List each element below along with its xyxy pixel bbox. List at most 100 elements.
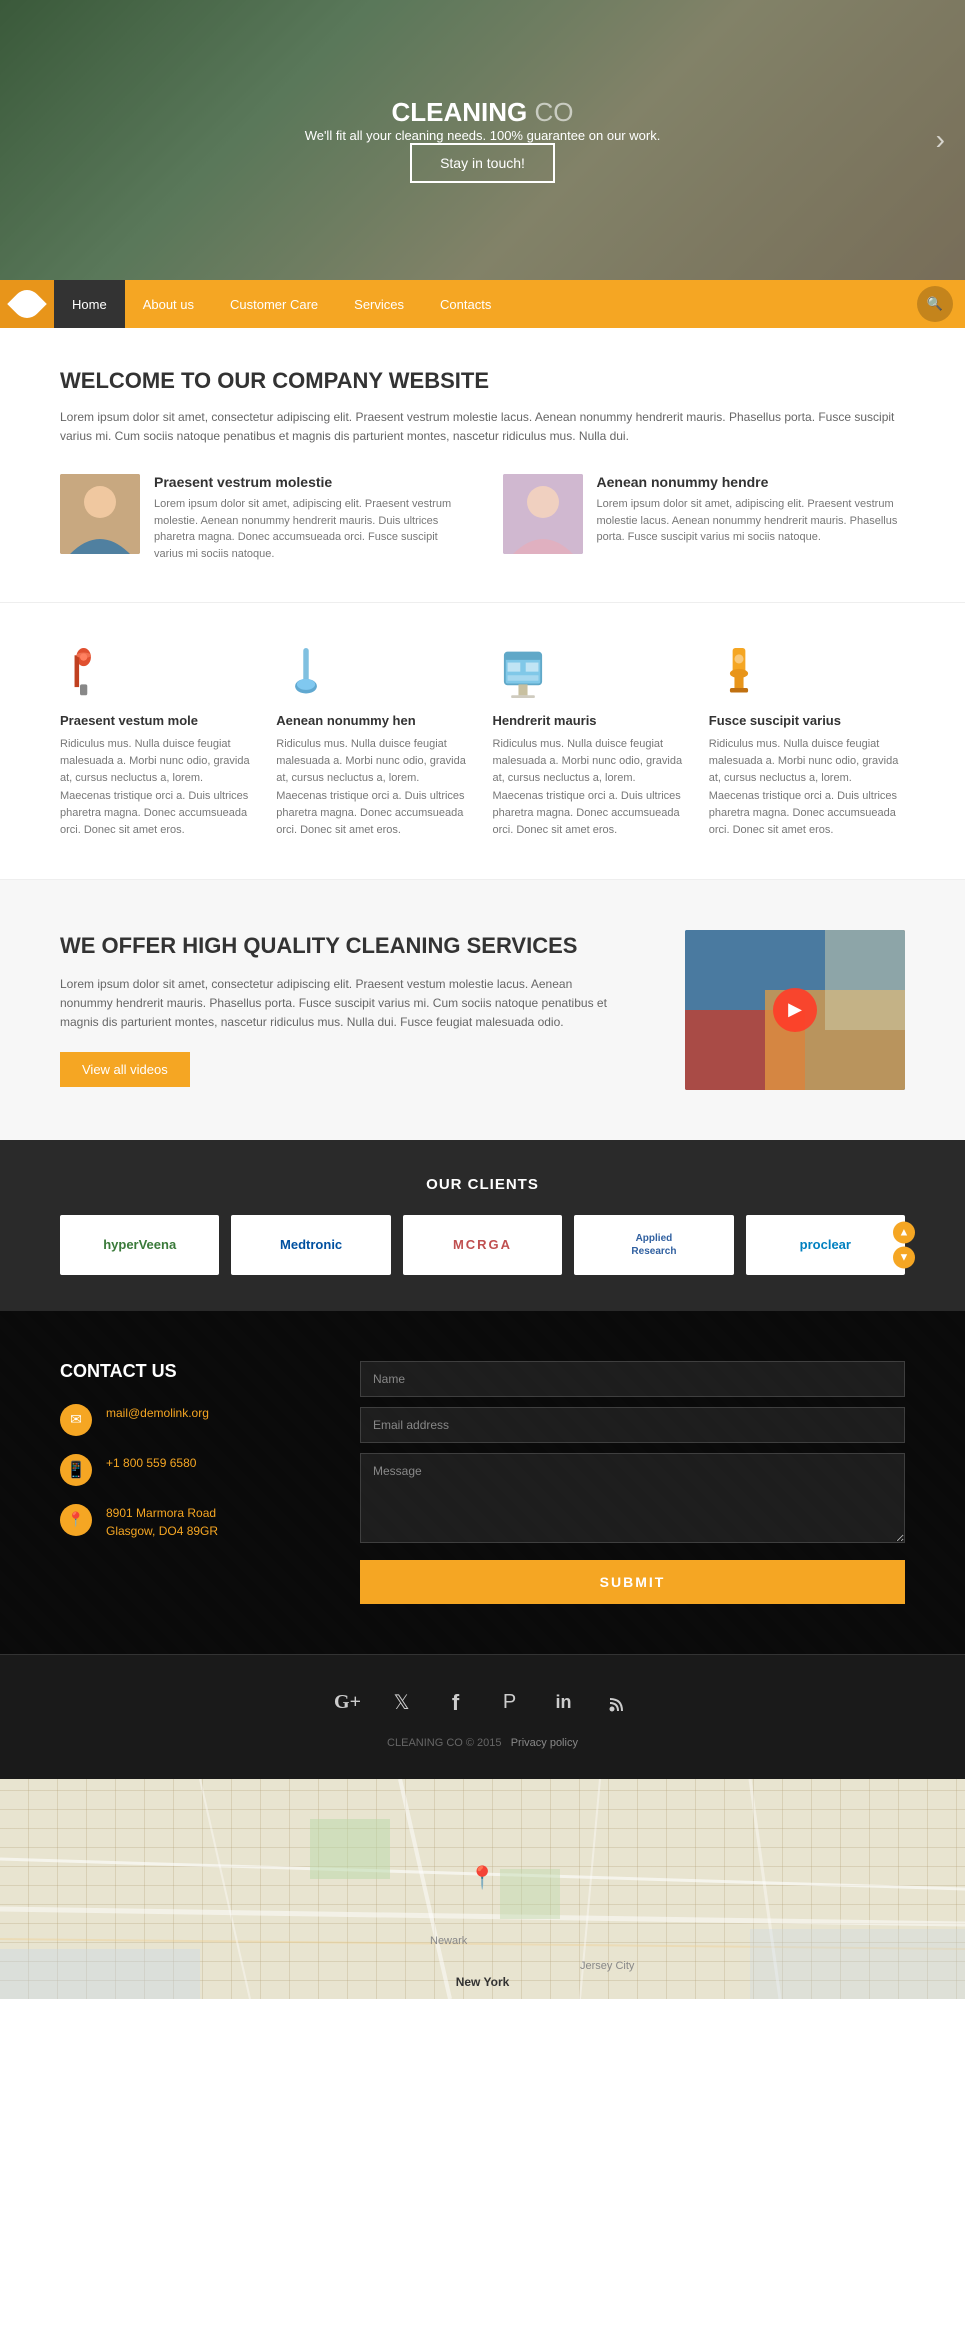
client-logo-hyperveena: hyperVeena: [60, 1215, 219, 1275]
medtronic-logo-text: Medtronic: [280, 1237, 342, 1252]
card-title-1: Praesent vestrum molestie: [154, 474, 463, 490]
submit-button[interactable]: SUBMIT: [360, 1560, 905, 1604]
mcra-logo-text: MCRGA: [453, 1237, 512, 1252]
service-item-4: Fusce suscipit varius Ridiculus mus. Nul…: [709, 643, 905, 838]
map-pin: 📍: [469, 1865, 496, 1891]
main-nav: Home About us Customer Care Services Con…: [0, 280, 965, 328]
contact-phone: +1 800 559 6580: [106, 1454, 196, 1472]
hero-title-main: CLEANING: [391, 97, 527, 127]
service-title-3: Hendrerit mauris: [493, 713, 689, 728]
video-description: Lorem ipsum dolor sit amet, consectetur …: [60, 975, 625, 1033]
video-thumbnail-block: ▶: [685, 930, 905, 1090]
map-section[interactable]: Newark Jersey City 📍 New York: [0, 1779, 965, 1999]
service-text-3: Ridiculus mus. Nulla duisce feugiat male…: [493, 736, 689, 838]
nav-item-services[interactable]: Services: [336, 280, 422, 328]
copyright-text: CLEANING CO © 2015: [387, 1737, 501, 1749]
hyperveena-logo-text: hyperVeena: [103, 1237, 176, 1252]
pinterest-icon[interactable]: P: [492, 1685, 528, 1721]
nav-logo[interactable]: [0, 280, 54, 328]
service-title-4: Fusce suscipit varius: [709, 713, 905, 728]
hero-title-suffix: CO: [527, 97, 573, 127]
service-text-1: Ridiculus mus. Nulla duisce feugiat male…: [60, 736, 256, 838]
service-item-3: Hendrerit mauris Ridiculus mus. Nulla du…: [493, 643, 689, 838]
applied-logo-text: AppliedResearch: [631, 1232, 676, 1258]
facebook-icon[interactable]: f: [438, 1685, 474, 1721]
welcome-intro: Lorem ipsum dolor sit amet, consectetur …: [60, 408, 905, 446]
nav-item-about[interactable]: About us: [125, 280, 212, 328]
service-title-2: Aenean nonummy hen: [276, 713, 472, 728]
social-icons-row: G+ 𝕏 f P in: [60, 1685, 905, 1721]
video-section: WE OFFER HIGH QUALITY CLEANING SERVICES …: [0, 880, 965, 1140]
proclear-logo-text: proclear: [800, 1237, 851, 1252]
service-icon-1: [60, 643, 120, 703]
view-all-videos-button[interactable]: View all videos: [60, 1052, 190, 1087]
linkedin-icon[interactable]: in: [546, 1685, 582, 1721]
welcome-card-2: Aenean nonummy hendre Lorem ipsum dolor …: [503, 474, 906, 562]
services-grid: Praesent vestum mole Ridiculus mus. Null…: [60, 643, 905, 838]
clients-next-arrow[interactable]: ▼: [893, 1246, 915, 1268]
hero-next-arrow[interactable]: ›: [936, 124, 945, 156]
video-thumbnail[interactable]: ▶: [685, 930, 905, 1090]
service-icon-4: [709, 643, 769, 703]
card-text-1: Lorem ipsum dolor sit amet, adipiscing e…: [154, 496, 463, 562]
clients-section: OUR CLIENTS hyperVeena Medtronic MCRGA A…: [0, 1140, 965, 1311]
rss-icon[interactable]: [600, 1685, 636, 1721]
privacy-policy-link[interactable]: Privacy policy: [511, 1737, 578, 1749]
hero-title: CLEANING CO: [305, 97, 661, 128]
hero-section: CLEANING CO We'll fit all your cleaning …: [0, 0, 965, 280]
leaf-icon: [7, 284, 47, 324]
svg-text:Jersey City: Jersey City: [580, 1960, 635, 1972]
contact-email-input[interactable]: [360, 1407, 905, 1443]
clients-prev-arrow[interactable]: ▲: [893, 1221, 915, 1243]
contact-name-input[interactable]: [360, 1361, 905, 1397]
service-text-4: Ridiculus mus. Nulla duisce feugiat male…: [709, 736, 905, 838]
client-logo-medtronic: Medtronic: [231, 1215, 390, 1275]
map-city-label: New York: [456, 1975, 510, 1989]
map-background: Newark Jersey City 📍 New York: [0, 1779, 965, 1999]
contact-address-item: 📍 8901 Marmora RoadGlasgow, DO4 89GR: [60, 1504, 300, 1540]
contact-phone-item: 📱 +1 800 559 6580: [60, 1454, 300, 1486]
services-section: Praesent vestum mole Ridiculus mus. Null…: [0, 603, 965, 878]
service-text-2: Ridiculus mus. Nulla duisce feugiat male…: [276, 736, 472, 838]
client-logo-mcra: MCRGA: [403, 1215, 562, 1275]
contact-form-block: SUBMIT: [360, 1361, 905, 1604]
footer-copyright: CLEANING CO © 2015 Privacy policy: [60, 1737, 905, 1749]
video-text-block: WE OFFER HIGH QUALITY CLEANING SERVICES …: [60, 932, 625, 1087]
nav-item-customer-care[interactable]: Customer Care: [212, 280, 336, 328]
card-body-1: Praesent vestrum molestie Lorem ipsum do…: [154, 474, 463, 562]
welcome-section: WELCOME TO OUR COMPANY WEBSITE Lorem ips…: [0, 328, 965, 602]
nav-item-home[interactable]: Home: [54, 280, 125, 328]
card-body-2: Aenean nonummy hendre Lorem ipsum dolor …: [597, 474, 906, 562]
client-logo-applied: AppliedResearch: [574, 1215, 733, 1275]
service-item-1: Praesent vestum mole Ridiculus mus. Null…: [60, 643, 256, 838]
email-icon: ✉: [60, 1404, 92, 1436]
client-logo-proclear: proclear: [746, 1215, 905, 1275]
video-play-button[interactable]: ▶: [773, 988, 817, 1032]
search-icon[interactable]: 🔍: [917, 286, 953, 322]
welcome-cards: Praesent vestrum molestie Lorem ipsum do…: [60, 474, 905, 562]
nav-item-contacts[interactable]: Contacts: [422, 280, 509, 328]
contact-message-input[interactable]: [360, 1453, 905, 1543]
google-plus-icon[interactable]: G+: [330, 1685, 366, 1721]
service-title-1: Praesent vestum mole: [60, 713, 256, 728]
hero-cta-button[interactable]: Stay in touch!: [410, 143, 555, 183]
nav-items: Home About us Customer Care Services Con…: [54, 280, 917, 328]
twitter-icon[interactable]: 𝕏: [384, 1685, 420, 1721]
footer: G+ 𝕏 f P in CLEANING CO © 2015 Privacy p…: [0, 1654, 965, 1779]
clients-logos-row: hyperVeena Medtronic MCRGA AppliedResear…: [60, 1215, 905, 1275]
card-title-2: Aenean nonummy hendre: [597, 474, 906, 490]
service-icon-3: [493, 643, 553, 703]
welcome-card-1: Praesent vestrum molestie Lorem ipsum do…: [60, 474, 463, 562]
card-text-2: Lorem ipsum dolor sit amet, adipiscing e…: [597, 496, 906, 546]
contact-section: CONTACT US ✉ mail@demolink.org 📱 +1 800 …: [0, 1311, 965, 1654]
contact-title: CONTACT US: [60, 1361, 300, 1382]
clients-title: OUR CLIENTS: [60, 1176, 905, 1193]
service-item-2: Aenean nonummy hen Ridiculus mus. Nulla …: [276, 643, 472, 838]
phone-icon: 📱: [60, 1454, 92, 1486]
contact-inner: CONTACT US ✉ mail@demolink.org 📱 +1 800 …: [60, 1361, 905, 1604]
contact-email: mail@demolink.org: [106, 1404, 209, 1422]
svg-text:Newark: Newark: [430, 1935, 468, 1947]
hero-subtitle: We'll fit all your cleaning needs. 100% …: [305, 128, 661, 143]
service-icon-2: [276, 643, 336, 703]
hero-content: CLEANING CO We'll fit all your cleaning …: [305, 97, 661, 183]
